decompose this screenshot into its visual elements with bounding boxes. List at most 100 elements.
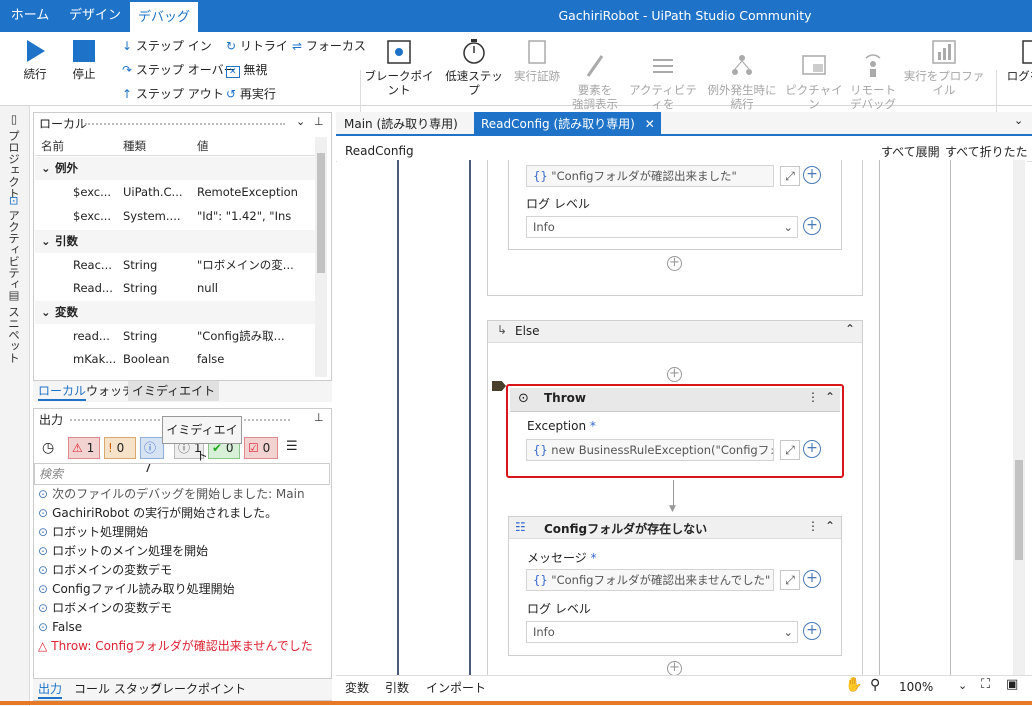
line-text: ロボットのメイン処理を開始 bbox=[52, 544, 209, 558]
zoom-icon[interactable]: ⚲ bbox=[870, 677, 880, 693]
chevron-down-icon[interactable]: ⌄ bbox=[958, 679, 967, 692]
clock-icon[interactable]: ◷ bbox=[42, 440, 54, 456]
retry-button[interactable]: ↻ リトライ bbox=[226, 35, 288, 57]
tab-callstack[interactable]: コール スタック bbox=[74, 679, 162, 699]
project-side-tab[interactable]: ▯ プロジェクト bbox=[6, 112, 22, 199]
breakpoint-button[interactable]: ブレークポイント bbox=[362, 38, 436, 97]
add-icon[interactable]: + bbox=[803, 622, 821, 640]
search-input[interactable]: 検索 bbox=[34, 463, 330, 485]
tab-design[interactable]: デザイン bbox=[62, 0, 128, 32]
error-filter[interactable]: ⚠ 1 bbox=[68, 437, 100, 459]
info-filter[interactable]: ⓘ 7 bbox=[140, 437, 164, 475]
table-row[interactable]: $exc... UiPath.C... RemoteException bbox=[35, 181, 315, 204]
exception-label: Exception * bbox=[527, 419, 596, 433]
hand-icon[interactable]: ✋ bbox=[845, 677, 862, 693]
fit-screen-icon[interactable]: ⛶ bbox=[981, 677, 990, 692]
step-over-button[interactable]: ↷ ステップ オーバー bbox=[122, 59, 236, 81]
doc-tab-readconfig[interactable]: ReadConfig (読み取り専用) ✕ bbox=[474, 112, 661, 136]
slow-step-button[interactable]: 低速ステップ bbox=[442, 38, 506, 97]
arguments-tab[interactable]: 引数 bbox=[385, 679, 409, 696]
collapse-icon[interactable]: ⌃ bbox=[825, 519, 835, 533]
close-icon[interactable]: ✕ bbox=[645, 112, 655, 136]
expand-all-link[interactable]: すべて展開 bbox=[881, 143, 940, 160]
ignore-button[interactable]: ✕ 無視 bbox=[226, 59, 267, 81]
section-args[interactable]: ⌄ 引数 bbox=[35, 230, 315, 253]
collapse-icon[interactable]: ⌃ bbox=[845, 322, 855, 336]
tab-home[interactable]: ホーム bbox=[0, 0, 60, 32]
add-icon[interactable]: + bbox=[803, 440, 821, 458]
continue-button[interactable]: 続行 bbox=[16, 38, 54, 81]
step-out-button[interactable]: ↑ ステップ アウト bbox=[122, 83, 224, 105]
add-icon[interactable]: + bbox=[803, 217, 821, 235]
error-triangle-icon: △ bbox=[38, 639, 48, 653]
locals-scrollbar[interactable] bbox=[315, 137, 327, 377]
warning-filter[interactable]: ! 0 bbox=[104, 437, 136, 459]
row-name: $exc... bbox=[73, 185, 112, 199]
tab-output[interactable]: 出力 bbox=[38, 679, 63, 699]
chevron-down-icon[interactable]: ⌄ bbox=[296, 115, 305, 128]
tab-locals[interactable]: ローカル bbox=[38, 381, 87, 401]
restart-button[interactable]: ↺ 再実行 bbox=[226, 83, 276, 105]
add-activity-icon[interactable]: + bbox=[667, 367, 682, 382]
debug-filter[interactable]: ☑ 0 bbox=[244, 437, 278, 459]
log-level-select[interactable]: Info ⌄ bbox=[526, 216, 798, 238]
table-row[interactable]: mKak... Boolean false bbox=[35, 348, 315, 371]
add-icon[interactable]: + bbox=[803, 570, 821, 588]
focus-button[interactable]: ⇌ フォーカス bbox=[292, 35, 366, 57]
expand-editor-icon[interactable]: ⤢ bbox=[780, 440, 800, 460]
table-row[interactable]: Reac... String "ロボメインの変... bbox=[35, 254, 315, 277]
pin-icon[interactable]: ⊥ bbox=[314, 115, 324, 128]
list-options-icon[interactable]: ☰ bbox=[286, 439, 298, 454]
table-row[interactable]: $exc... System.... "Id": "1.42", "Ins bbox=[35, 205, 315, 228]
table-row[interactable]: Read... String null bbox=[35, 277, 315, 300]
line-text: Throw: Configフォルダが確認出来ませんでした bbox=[51, 639, 313, 653]
stop-button[interactable]: 停止 bbox=[64, 38, 104, 81]
exec-trail-button[interactable]: 実行証跡 bbox=[510, 38, 564, 83]
table-row[interactable]: read... String "Config読み取... bbox=[35, 325, 315, 348]
trace-dot-icon: ⊙ bbox=[38, 487, 49, 501]
log-title: Configフォルダが存在しない bbox=[544, 522, 708, 536]
exception-field[interactable]: {} new BusinessRuleException("Configフォル bbox=[526, 439, 774, 461]
restart-label: 再実行 bbox=[239, 87, 276, 101]
add-activity-icon[interactable]: + bbox=[667, 256, 682, 271]
tab-immediate[interactable]: イミディエイト bbox=[128, 381, 220, 401]
step-in-icon: ↓ bbox=[122, 39, 133, 53]
imports-tab[interactable]: インポート bbox=[426, 679, 486, 696]
add-icon[interactable]: + bbox=[803, 166, 821, 184]
profile-button[interactable]: 実行をプロファイル bbox=[900, 38, 988, 97]
row-type: String bbox=[123, 329, 158, 343]
else-header[interactable] bbox=[488, 321, 862, 343]
more-icon[interactable]: ⋮ bbox=[807, 390, 819, 404]
info-dot-icon: ⊙ bbox=[38, 620, 49, 634]
tab-debug[interactable]: デバッグ bbox=[130, 0, 198, 32]
log-level-select[interactable]: Info ⌄ bbox=[526, 621, 798, 643]
overview-icon[interactable]: ▣ bbox=[1006, 677, 1018, 692]
pip-icon bbox=[802, 55, 826, 75]
zoom-level[interactable]: 100% bbox=[899, 680, 933, 694]
step-in-button[interactable]: ↓ ステップ イン bbox=[122, 35, 212, 57]
section-exception[interactable]: ⌄ 例外 bbox=[35, 157, 315, 180]
doc-tab-main[interactable]: Main (読み取り専用) bbox=[338, 113, 464, 135]
chevron-down-icon[interactable]: ⌄ bbox=[1014, 114, 1023, 127]
expand-editor-icon[interactable]: ⤢ bbox=[780, 570, 800, 590]
tab-breakpoints[interactable]: ブレークポイント bbox=[150, 679, 246, 699]
pin-icon[interactable]: ⊥ bbox=[314, 411, 324, 424]
activity-side-tab[interactable]: ⊡ アクティビティ bbox=[6, 196, 22, 290]
log-button[interactable]: ログを bbox=[1004, 38, 1032, 83]
more-icon[interactable]: ⋮ bbox=[807, 519, 819, 533]
tab-watch[interactable]: ウォッチ bbox=[86, 381, 134, 401]
message-field[interactable]: {} "Configフォルダが確認出来ませんでした" bbox=[526, 569, 774, 591]
sequence-line bbox=[397, 160, 399, 675]
designer-canvas[interactable]: {} "Configフォルダが確認出来ました" ⤢ + ログ レベル Info ⌄… bbox=[337, 160, 1027, 675]
pen-icon bbox=[586, 55, 604, 77]
expand-editor-icon[interactable]: ⤢ bbox=[780, 166, 800, 186]
bar-chart-icon bbox=[932, 40, 956, 64]
snippet-side-tab[interactable]: ▤ スニペット bbox=[6, 288, 22, 363]
variables-tab[interactable]: 変数 bbox=[345, 679, 369, 696]
breadcrumb[interactable]: ReadConfig bbox=[345, 144, 414, 158]
collapse-icon[interactable]: ⌃ bbox=[825, 390, 835, 404]
message-field[interactable]: {} "Configフォルダが確認出来ました" bbox=[526, 165, 774, 187]
canvas-scrollbar[interactable] bbox=[1013, 160, 1025, 675]
add-activity-icon[interactable]: + bbox=[667, 661, 682, 675]
section-vars[interactable]: ⌄ 変数 bbox=[35, 301, 315, 324]
